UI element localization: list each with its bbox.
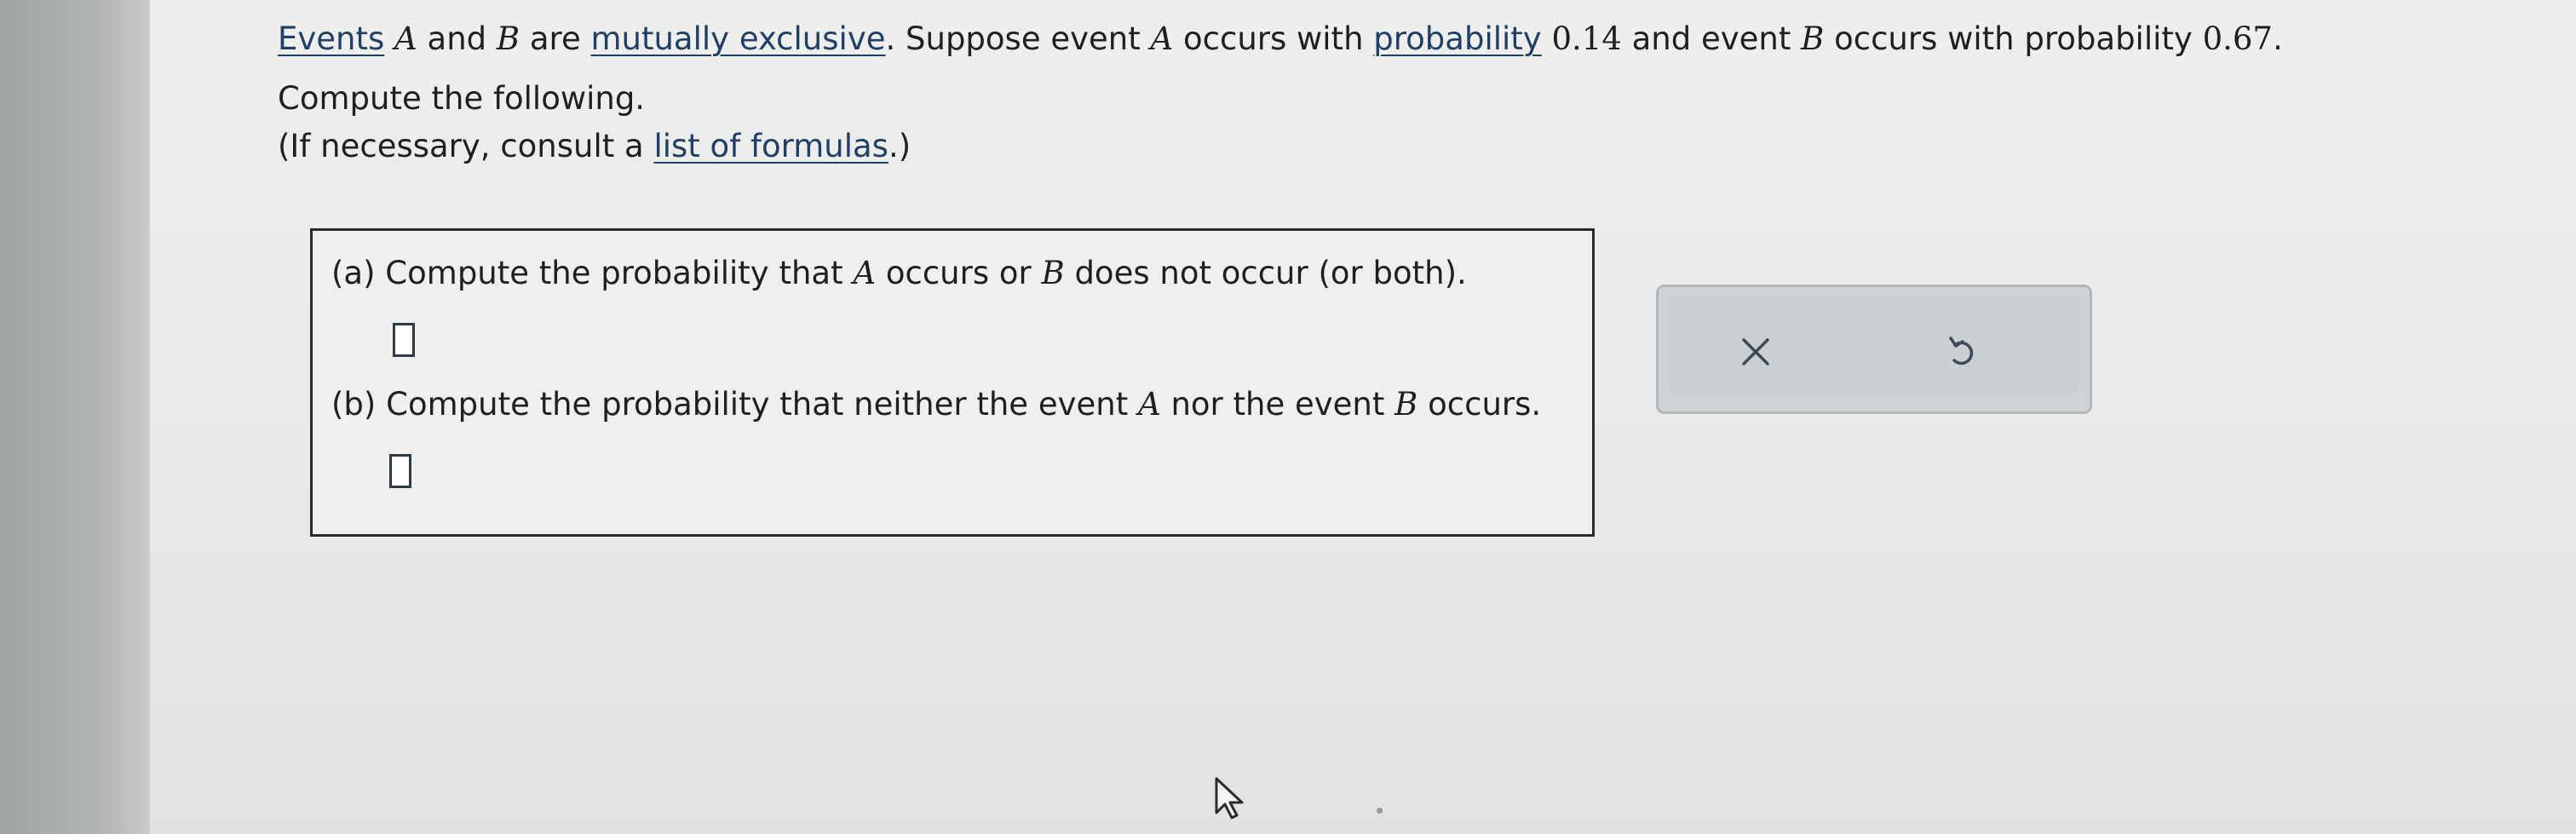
var-b-2: B [1801,20,1825,57]
prob-a-value: 0.14 [1541,20,1622,57]
answer-box: (a) Compute the probability that A occur… [310,228,1595,537]
text-and: and [417,20,497,57]
undo-button[interactable] [1928,326,1996,377]
part-b-prefix: (b) Compute the probability that neither… [331,386,1138,423]
text-occurs-with: occurs with [1173,20,1374,57]
close-icon [1742,338,1769,365]
part-b-answer-input[interactable] [389,454,411,488]
part-a-var-a: A [853,255,877,291]
problem-line-1: Events A and B are mutually exclusive. S… [278,15,2493,63]
screen-bezel [0,0,150,834]
part-a-prefix: (a) Compute the probability that [331,255,854,291]
consult-suffix: .) [888,128,911,164]
part-b-var-b: B [1394,386,1418,423]
var-b: B [496,20,520,57]
var-a-2: A [1150,20,1174,57]
compute-following: Compute the following. [278,80,646,117]
clear-button[interactable] [1722,326,1790,377]
part-a-middle: occurs or [876,255,1042,291]
mouse-cursor-icon [1215,777,1244,820]
events-link[interactable]: Events [278,20,384,57]
mutually-exclusive-link[interactable]: mutually exclusive [590,20,885,57]
part-a-answer-input[interactable] [393,323,415,357]
text-period: . [2272,20,2283,57]
text-and-event: and event [1621,20,1802,57]
list-of-formulas-link[interactable]: list of formulas [653,128,888,164]
consult-prefix: (If necessary, consult a [278,128,654,164]
part-b-var-a: A [1137,386,1161,423]
part-a-question: (a) Compute the probability that A occur… [331,255,1467,291]
problem-statement: Events A and B are mutually exclusive. S… [278,15,2493,170]
text-occurs-with-probability: occurs with probability [1824,20,2203,57]
part-a-var-b: B [1041,255,1065,291]
prob-b-value: 0.67 [2202,20,2273,57]
action-panel [1656,285,2092,414]
var-a: A [394,20,417,57]
action-panel-inner [1669,297,2079,394]
part-b-suffix: occurs. [1417,386,1542,423]
probability-link[interactable]: probability [1373,20,1541,57]
screen-dot [1377,808,1383,814]
text-are: are [520,20,591,57]
part-a-suffix: does not occur (or both). [1064,255,1467,291]
consult-formulas-line: (If necessary, consult a list of formula… [278,123,2493,170]
undo-icon [1949,336,1974,365]
part-b-question: (b) Compute the probability that neither… [331,386,1541,423]
part-b-middle: nor the event [1160,386,1395,423]
text-suppose: . Suppose event [885,20,1151,57]
